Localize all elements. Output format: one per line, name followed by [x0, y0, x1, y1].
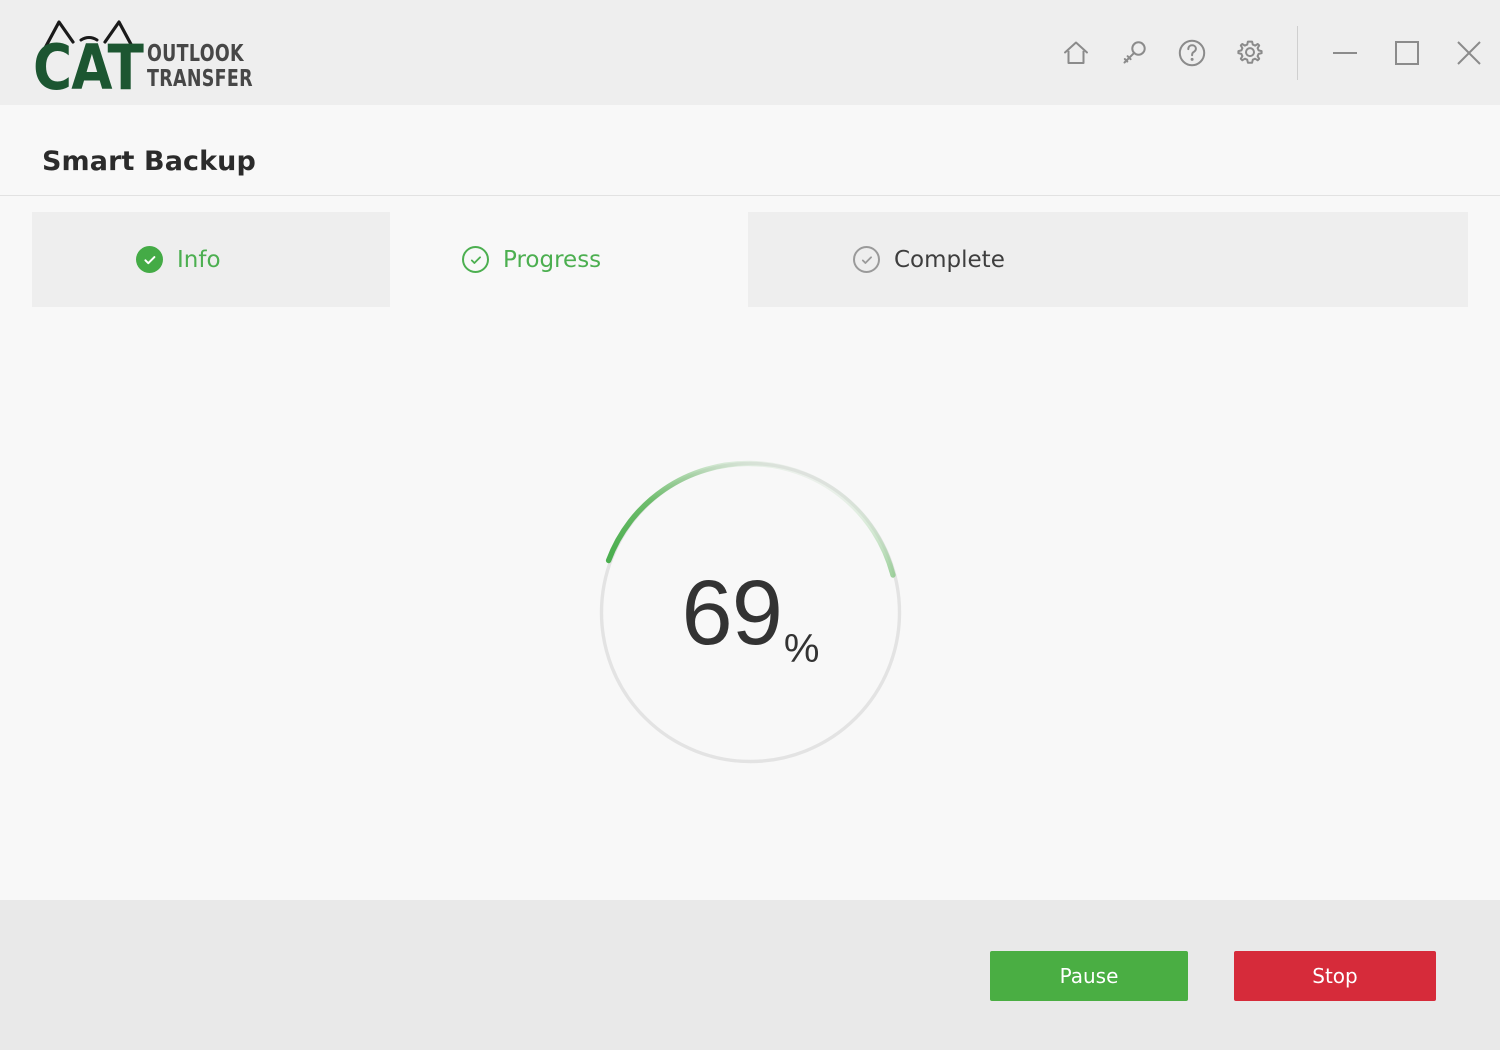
maximize-button[interactable] [1376, 24, 1438, 82]
title-bar-actions [1047, 0, 1500, 105]
title-bar: CAT OUTLOOK TRANSFER [0, 0, 1500, 105]
app-logo: CAT OUTLOOK TRANSFER [33, 8, 286, 104]
page-title-bar: Smart Backup [0, 105, 1500, 196]
minimize-button[interactable] [1314, 24, 1376, 82]
tab-info[interactable]: Info [32, 212, 390, 307]
title-bar-divider [1297, 25, 1298, 80]
logo-primary-text: CAT [33, 31, 144, 104]
tab-progress[interactable]: Progress [390, 212, 748, 307]
tab-complete[interactable]: Complete [748, 212, 1468, 307]
progress-gauge: 69 % [598, 460, 903, 765]
check-outline-icon [462, 246, 489, 273]
key-icon[interactable] [1105, 24, 1163, 82]
page-title: Smart Backup [42, 146, 256, 177]
content-area: 69 % [0, 317, 1500, 900]
logo-secondary-line-1: OUTLOOK [147, 41, 244, 67]
check-outline-muted-icon [853, 246, 880, 273]
wizard-steps: Info Progress Complete [0, 197, 1500, 514]
logo-cat-mark: CAT [33, 18, 144, 104]
logo-secondary-text: OUTLOOK TRANSFER [147, 42, 253, 98]
pause-button[interactable]: Pause [990, 951, 1188, 1001]
footer-bar: Pause Stop [0, 900, 1500, 1050]
home-icon[interactable] [1047, 24, 1105, 82]
progress-readout: 69 % [598, 460, 903, 765]
stop-button[interactable]: Stop [1234, 951, 1436, 1001]
progress-percent-symbol: % [783, 627, 820, 671]
tab-info-label: Info [177, 246, 221, 273]
help-icon[interactable] [1163, 24, 1221, 82]
close-button[interactable] [1438, 24, 1500, 82]
gear-icon[interactable] [1221, 24, 1279, 82]
progress-percent-value: 69 [681, 561, 783, 664]
tab-complete-label: Complete [894, 246, 1005, 273]
application-window: CAT OUTLOOK TRANSFER Smart Backup Info P… [0, 0, 1500, 1050]
logo-secondary-line-2: TRANSFER [147, 66, 253, 92]
check-filled-icon [136, 246, 163, 273]
tab-progress-label: Progress [503, 246, 602, 273]
